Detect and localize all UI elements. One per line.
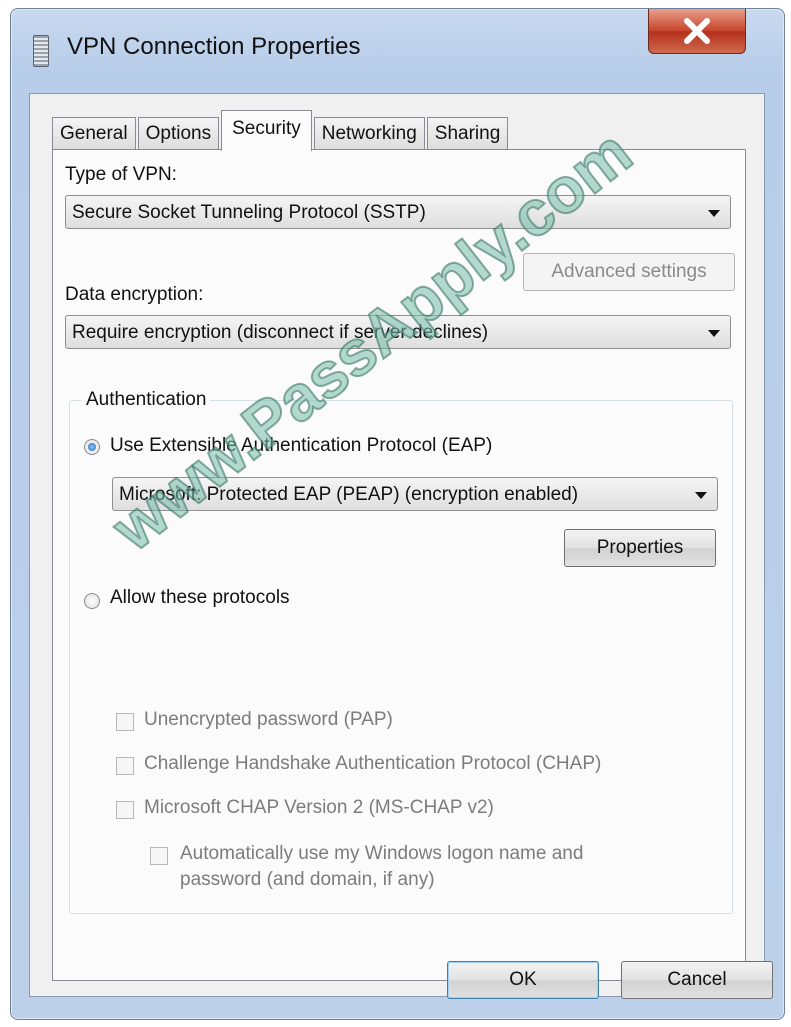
- data-encryption-label: Data encryption:: [65, 284, 204, 305]
- auto-logon-checkbox[interactable]: [150, 847, 168, 865]
- data-encryption-dropdown[interactable]: Require encryption (disconnect if server…: [65, 315, 731, 349]
- close-icon: [684, 18, 710, 44]
- vpn-type-value: Secure Socket Tunneling Protocol (SSTP): [72, 202, 426, 223]
- dropdown-arrow-icon: [708, 330, 720, 337]
- tab-strip: General Options Security Networking Shar…: [52, 110, 510, 151]
- vpn-properties-window: VPN Connection Properties General Option…: [10, 8, 785, 1020]
- vpn-type-dropdown[interactable]: Secure Socket Tunneling Protocol (SSTP): [65, 195, 731, 229]
- authentication-group: Authentication Use Extensible Authentica…: [69, 389, 733, 914]
- tab-networking[interactable]: Networking: [313, 117, 425, 150]
- pap-checkbox[interactable]: [116, 713, 134, 731]
- tab-options[interactable]: Options: [137, 117, 220, 150]
- dialog-body: General Options Security Networking Shar…: [29, 93, 765, 997]
- eap-method-dropdown[interactable]: Microsoft: Protected EAP (PEAP) (encrypt…: [112, 477, 718, 511]
- tab-general[interactable]: General: [52, 117, 136, 150]
- title-bar[interactable]: VPN Connection Properties: [11, 9, 784, 87]
- vpn-type-label: Type of VPN:: [65, 164, 177, 185]
- security-tab-panel: Type of VPN: Secure Socket Tunneling Pro…: [52, 149, 746, 981]
- use-eap-radio[interactable]: [84, 439, 100, 455]
- data-encryption-value: Require encryption (disconnect if server…: [72, 322, 489, 343]
- pap-label: Unencrypted password (PAP): [144, 709, 393, 730]
- allow-protocols-radio[interactable]: [84, 593, 100, 609]
- dropdown-arrow-icon: [695, 492, 707, 499]
- tab-sharing[interactable]: Sharing: [426, 117, 509, 150]
- tab-security[interactable]: Security: [221, 110, 312, 151]
- auto-logon-label-line2: password (and domain, if any): [180, 869, 435, 890]
- dropdown-arrow-icon: [708, 210, 720, 217]
- authentication-group-title: Authentication: [82, 389, 211, 411]
- chap-checkbox[interactable]: [116, 757, 134, 775]
- allow-protocols-label[interactable]: Allow these protocols: [110, 587, 290, 609]
- auto-logon-label-line1: Automatically use my Windows logon name …: [180, 843, 584, 864]
- vpn-app-icon: [33, 35, 49, 67]
- close-button[interactable]: [648, 9, 746, 54]
- eap-method-value: Microsoft: Protected EAP (PEAP) (encrypt…: [119, 484, 579, 505]
- eap-properties-button[interactable]: Properties: [564, 529, 716, 567]
- window-title: VPN Connection Properties: [67, 33, 361, 60]
- mschap-v2-label: Microsoft CHAP Version 2 (MS-CHAP v2): [144, 797, 494, 818]
- chap-label: Challenge Handshake Authentication Proto…: [144, 753, 602, 774]
- mschap-v2-checkbox[interactable]: [116, 801, 134, 819]
- cancel-button[interactable]: Cancel: [621, 961, 773, 999]
- use-eap-label[interactable]: Use Extensible Authentication Protocol (…: [110, 435, 492, 457]
- advanced-settings-button[interactable]: Advanced settings: [523, 253, 735, 291]
- ok-button[interactable]: OK: [447, 961, 599, 999]
